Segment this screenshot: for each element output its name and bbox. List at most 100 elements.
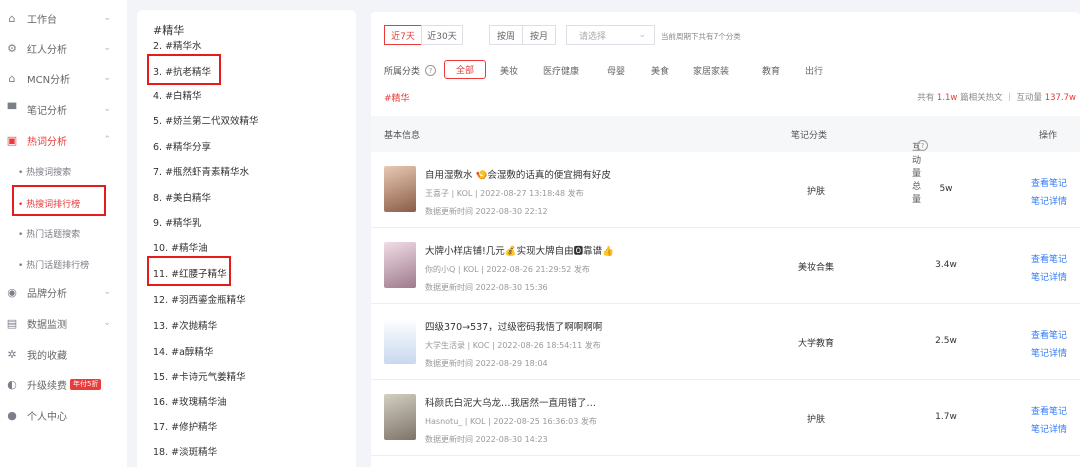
ranking-panel: #精华 2. #精华水 3. #抗老精华 4. #白精华 5. #娇兰第二代双效… [137, 10, 356, 467]
select-placeholder: 请选择 [579, 31, 607, 42]
tab-7-days[interactable]: 近7天 [384, 25, 422, 45]
chevron-up-icon: ⌃ [103, 135, 111, 145]
category-all[interactable]: 全部 [444, 60, 486, 79]
sidebar-item-notes[interactable]: ▀ 笔记分析 ⌄ [0, 96, 127, 122]
note-thumbnail[interactable] [384, 166, 416, 212]
sidebar-item-label: 升级续费 [27, 380, 67, 392]
sidebar-item-upgrade[interactable]: ◐ 升级续费 年付5折 [0, 371, 127, 397]
tab-by-month[interactable]: 按月 [522, 25, 556, 45]
help-icon[interactable]: ? [917, 140, 928, 151]
ranking-item[interactable]: 12. #羽西鎏金瓶精华 [153, 292, 246, 306]
category-baby[interactable]: 母婴 [607, 64, 625, 77]
category-makeup[interactable]: 美妆 [500, 64, 518, 77]
sidebar: ⌂ 工作台 ⌄ ⚙ 红人分析 ⌄ ⌂ MCN分析 ⌄ ▀ 笔记分析 ⌄ ▣ 热词… [0, 0, 127, 467]
star-icon: ✲ [7, 347, 17, 361]
note-thumbnail[interactable] [384, 394, 416, 440]
category-home[interactable]: 家居家装 [693, 64, 729, 77]
ranking-item[interactable]: 4. #白精华 [153, 88, 202, 102]
note-title[interactable]: 四级370→537，过级密码我悟了啊啊啊啊 [425, 319, 602, 333]
user-icon: ● [7, 408, 17, 422]
note-category: 大学教育 [797, 339, 834, 349]
sidebar-item-hotwords[interactable]: ▣ 热词分析 ⌃ [0, 127, 127, 153]
note-thumbnail[interactable] [384, 318, 416, 364]
highlight-box [147, 256, 231, 286]
note-meta: Hasnotu_ | KOL | 2022-08-25 16:36:03 发布 [425, 417, 597, 426]
category-food[interactable]: 美食 [651, 64, 669, 77]
sidebar-item-monitor[interactable]: ▤ 数据监测 ⌄ [0, 310, 127, 336]
brand-icon: ◉ [7, 285, 17, 299]
header-category: 笔记分类 [791, 131, 828, 141]
ranking-item[interactable]: 5. #娇兰第二代双效精华 [153, 113, 259, 127]
ranking-item[interactable]: 9. #精华乳 [153, 215, 202, 229]
sidebar-item-label: 红人分析 [27, 44, 67, 56]
sidebar-item-influencer[interactable]: ⚙ 红人分析 ⌄ [0, 35, 127, 61]
ranking-item[interactable]: 2. #精华水 [153, 38, 202, 52]
sub-item-topic-ranking[interactable]: • 热门话题排行榜 [18, 254, 89, 274]
view-note-link[interactable]: 查看笔记 [1031, 328, 1067, 341]
ranking-item[interactable]: 6. #精华分享 [153, 139, 211, 153]
note-detail-link[interactable]: 笔记详情 [1031, 194, 1067, 207]
ranking-item[interactable]: 8. #美白精华 [153, 190, 211, 204]
note-meta: 你的小Q | KOL | 2022-08-26 21:29:52 发布 [425, 265, 590, 274]
home-icon: ⌂ [8, 11, 16, 25]
category-education[interactable]: 教育 [762, 64, 780, 77]
building-icon: ⌂ [8, 71, 16, 85]
chevron-down-icon: ⌄ [103, 318, 111, 328]
sub-item-topic-search[interactable]: • 热门话题搜索 [18, 223, 80, 243]
ranking-item[interactable]: 15. #卡诗元气姜精华 [153, 369, 246, 383]
tab-30-days[interactable]: 近30天 [421, 25, 463, 45]
ranking-item[interactable]: 13. #次抛精华 [153, 318, 217, 332]
ranking-item[interactable]: 17. #修护精华 [153, 419, 217, 433]
note-interaction: 5w [939, 184, 953, 194]
ranking-item[interactable]: 18. #淡斑精华 [153, 444, 217, 458]
category-health[interactable]: 医疗健康 [543, 64, 579, 77]
ranking-header: #精华 [153, 24, 185, 37]
chevron-down-icon: ⌄ [103, 104, 111, 114]
sidebar-item-label: 个人中心 [27, 411, 67, 423]
ranking-item[interactable]: 14. #a醇精华 [153, 344, 213, 358]
sidebar-item-label: MCN分析 [27, 74, 71, 86]
tab-by-week[interactable]: 按周 [489, 25, 523, 45]
note-detail-link[interactable]: 笔记详情 [1031, 422, 1067, 435]
ranking-item[interactable]: 16. #玫瑰精华油 [153, 394, 227, 408]
note-title[interactable]: 科颜氏白泥大乌龙…我居然一直用错了… [425, 395, 596, 409]
note-meta: 王喜子 | KOL | 2022-08-27 13:18:48 发布 [425, 189, 584, 198]
highlight-box [147, 54, 221, 85]
chevron-down-icon: ⌄ [103, 287, 111, 297]
note-update-time: 数据更新时间 2022-08-30 15:36 [425, 283, 548, 292]
ranking-item[interactable]: 10. #精华油 [153, 240, 208, 254]
sidebar-item-mcn[interactable]: ⌂ MCN分析 ⌄ [0, 65, 127, 91]
note-detail-link[interactable]: 笔记详情 [1031, 346, 1067, 359]
note-interaction: 2.5w [935, 336, 957, 346]
header-actions: 操作 [1039, 131, 1058, 141]
view-note-link[interactable]: 查看笔记 [1031, 176, 1067, 189]
main-content: 近7天 近30天 按周 按月 请选择 ⌄ 当前周期下共有7个分类 所属分类 ? … [371, 12, 1080, 467]
period-select[interactable]: 请选择 ⌄ [566, 25, 655, 45]
sidebar-item-workbench[interactable]: ⌂ 工作台 ⌄ [0, 5, 127, 31]
sub-item-hotword-search[interactable]: • 热搜词搜索 [18, 161, 71, 181]
note-update-time: 数据更新时间 2022-08-29 18:04 [425, 359, 548, 368]
sidebar-item-label: 品牌分析 [27, 288, 67, 300]
upgrade-icon: ◐ [7, 377, 17, 391]
summary-mid: 篇相关热文 ｜ 互动量 [960, 93, 1042, 103]
note-interaction: 3.4w [935, 260, 957, 270]
note-update-time: 数据更新时间 2022-08-30 14:23 [425, 435, 548, 444]
result-summary: 共有 1.1w 篇相关热文 ｜ 互动量 137.7w [917, 91, 1076, 103]
sidebar-item-favorites[interactable]: ✲ 我的收藏 [0, 341, 127, 367]
note-title[interactable]: 大牌小样店铺!几元💰实现大牌自由🅾靠谱👍 [425, 243, 614, 257]
view-note-link[interactable]: 查看笔记 [1031, 252, 1067, 265]
sidebar-item-brand[interactable]: ◉ 品牌分析 ⌄ [0, 279, 127, 305]
category-label-text: 所属分类 [384, 67, 421, 77]
ranking-item[interactable]: 7. #瓶然虾青素精华水 [153, 164, 249, 178]
help-icon[interactable]: ? [425, 65, 437, 76]
note-icon: ▀ [7, 102, 17, 116]
view-note-link[interactable]: 查看笔记 [1031, 404, 1067, 417]
summary-count: 1.1w [936, 93, 958, 103]
note-detail-link[interactable]: 笔记详情 [1031, 270, 1067, 283]
note-thumbnail[interactable] [384, 242, 416, 288]
sidebar-item-profile[interactable]: ● 个人中心 [0, 402, 127, 428]
note-title[interactable]: 自用湿敷水 🍤会湿敷的话真的便宜拥有好皮 [425, 167, 611, 181]
sidebar-item-label: 数据监测 [27, 319, 67, 331]
chevron-down-icon: ⌄ [638, 30, 646, 40]
category-travel[interactable]: 出行 [805, 64, 823, 77]
